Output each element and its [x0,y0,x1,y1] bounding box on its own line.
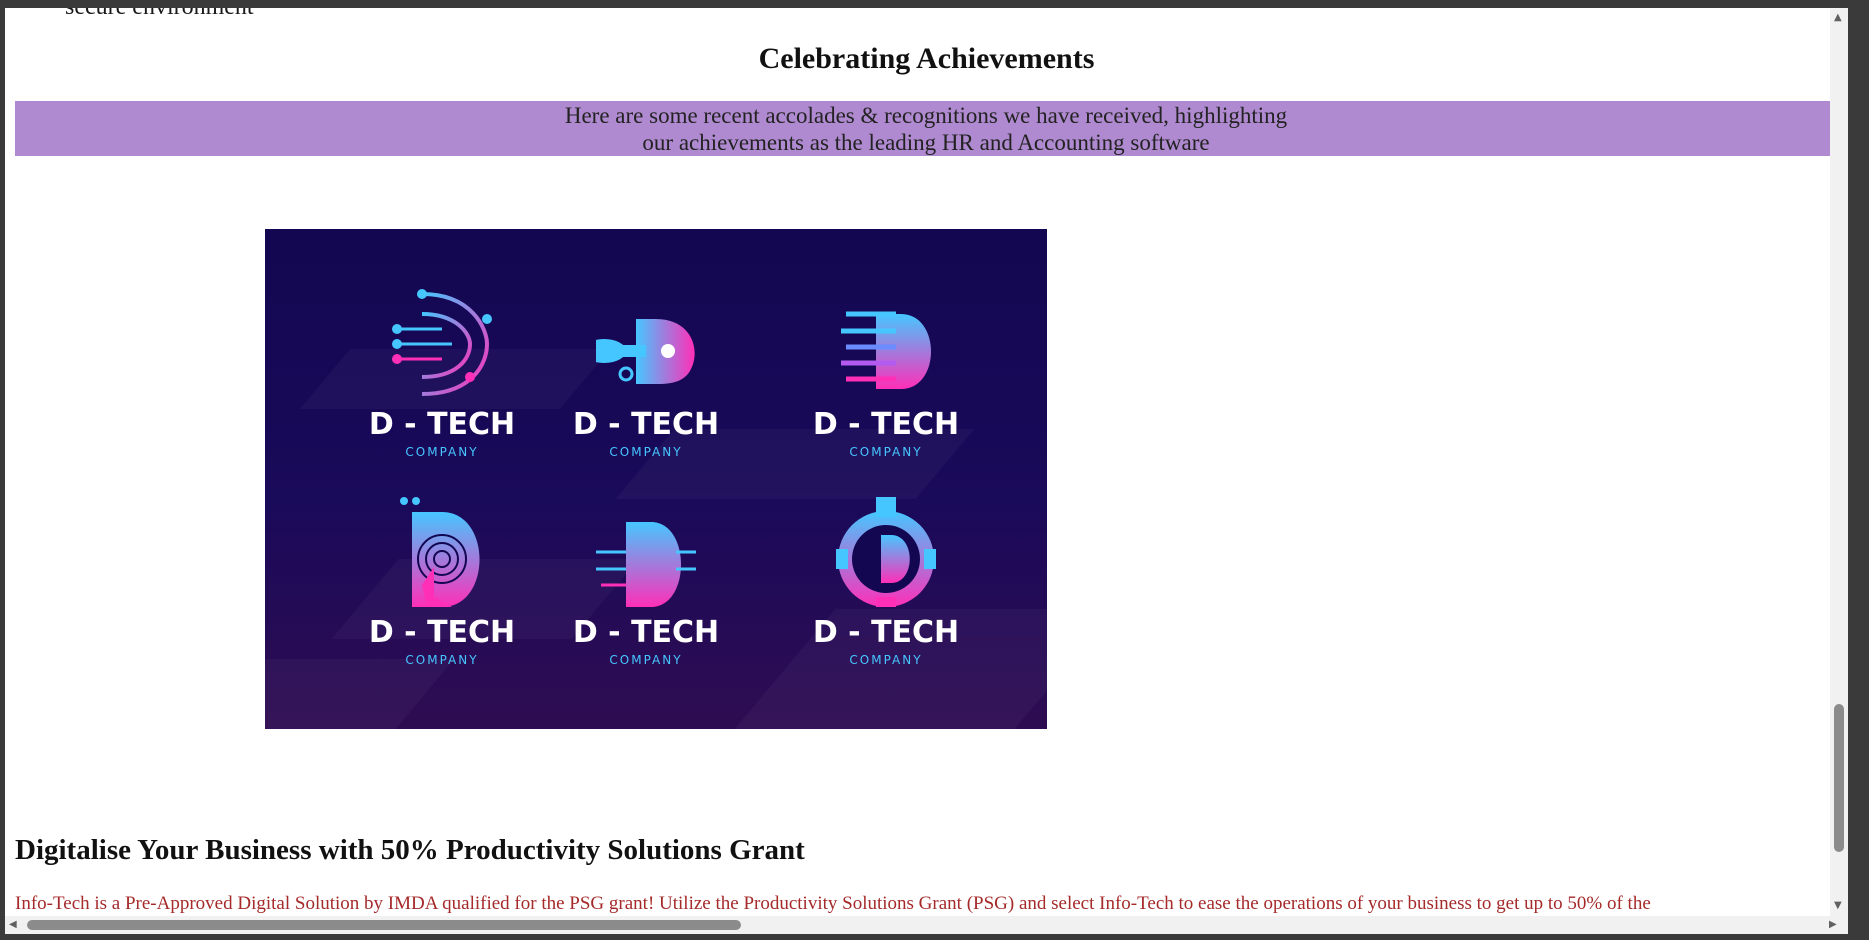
logo-name: D - TECH [812,407,960,442]
award-image: D - TECH COMPANY D - TECH COMPANY D - TE… [265,229,1047,729]
browser-window: secure environment Celebrating Achieveme… [5,8,1848,934]
logo-tile: D - TECH COMPANY [561,497,731,687]
logo-name: D - TECH [368,407,516,442]
banner-line-1: Here are some recent accolades & recogni… [564,103,1288,128]
plug-d-icon [596,319,695,384]
logo-subtitle: COMPANY [405,653,479,667]
logo-tile: D - TECH COMPANY [357,497,527,687]
logo-name: D - TECH [812,615,960,650]
scroll-up-icon[interactable]: ▲ [1834,12,1842,23]
previous-section-text: secure environment [65,8,254,21]
page-content: secure environment Celebrating Achieveme… [5,8,1848,916]
horizontal-scrollbar[interactable]: ◀ ▶ [5,916,1848,934]
logo-subtitle: COMPANY [405,445,479,459]
logo-tile: D - TECH COMPANY [357,289,527,479]
logo-subtitle: COMPANY [609,653,683,667]
section-title: Celebrating Achievements [758,42,1095,75]
achievements-banner: Here are some recent accolades & recogni… [15,101,1837,156]
logo-name: D - TECH [368,615,516,650]
lines-d-icon [841,311,931,389]
psg-heading: Digitalise Your Business with 50% Produc… [15,834,805,866]
logo-subtitle: COMPANY [849,653,923,667]
logo-name: D - TECH [572,615,720,650]
logo-subtitle: COMPANY [609,445,683,459]
logo-tile: D - TECH COMPANY [561,289,731,479]
horizontal-scroll-thumb[interactable] [27,920,741,930]
gear-d-icon [836,497,936,607]
scroll-down-icon[interactable]: ▼ [1834,900,1842,911]
circuit-d-icon [392,289,492,396]
logo-subtitle: COMPANY [849,445,923,459]
psg-description: Info-Tech is a Pre-Approved Digital Solu… [15,893,1651,914]
chip-d-icon [596,522,696,607]
vertical-scroll-thumb[interactable] [1834,704,1844,852]
vertical-scrollbar[interactable]: ▲ ▼ [1830,8,1848,916]
banner-line-2: our achievements as the leading HR and A… [642,130,1210,155]
scroll-left-icon[interactable]: ◀ [9,919,17,930]
fingerprint-d-icon [400,497,480,607]
scroll-right-icon[interactable]: ▶ [1829,919,1837,930]
logo-tile: D - TECH COMPANY [801,289,971,479]
logo-tile: D - TECH COMPANY [801,497,971,687]
logo-name: D - TECH [572,407,720,442]
